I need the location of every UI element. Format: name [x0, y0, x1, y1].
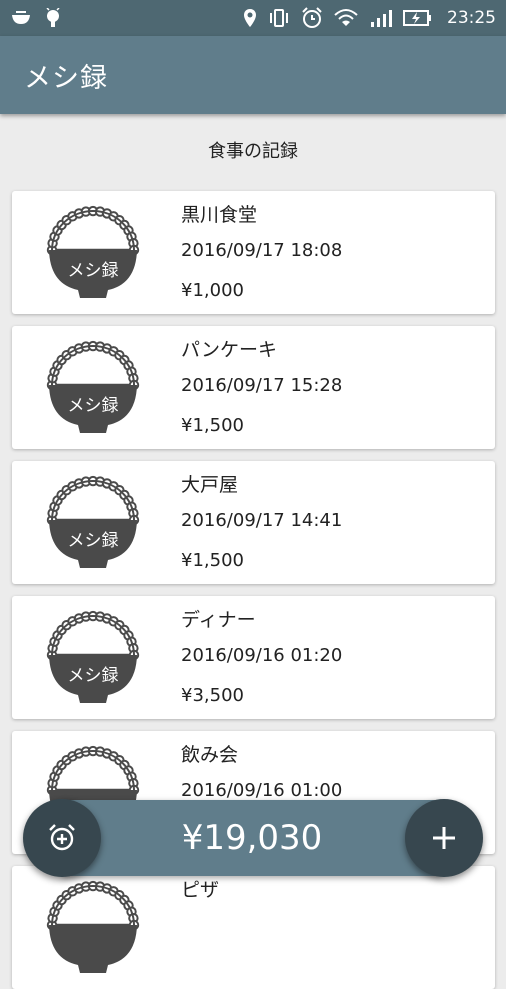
add-meal-button[interactable]	[405, 799, 483, 877]
meal-name: パンケーキ	[181, 339, 277, 361]
plus-icon	[433, 827, 455, 849]
wifi-icon	[334, 9, 358, 26]
page-subtitle: 食事の記録	[208, 141, 298, 162]
meal-price: ¥1,500	[181, 550, 244, 571]
location-icon	[244, 9, 256, 27]
meal-card[interactable]: メシ録 黒川食堂 2016/09/17 18:08 ¥1,000	[12, 191, 495, 314]
total-bar: ¥19,030	[62, 800, 442, 876]
total-amount: ¥19,030	[181, 818, 323, 858]
meal-name: 黒川食堂	[181, 204, 258, 226]
vibrate-icon	[270, 9, 288, 27]
app-title: メシ録	[24, 63, 108, 94]
app-bar: メシ録	[0, 36, 506, 114]
status-bar: 23:25	[0, 0, 506, 36]
meal-card[interactable]: メシ録 大戸屋 2016/09/17 14:41 ¥1,500	[12, 461, 495, 584]
rice-bowl-icon: メシ録	[46, 340, 140, 433]
rice-bowl-label: メシ録	[68, 531, 119, 551]
meal-name: ディナー	[181, 609, 256, 631]
meal-name: 飲み会	[181, 744, 239, 766]
notification-icon	[12, 11, 30, 24]
rice-bowl-label: メシ録	[68, 396, 119, 416]
meal-name: 大戸屋	[181, 474, 239, 496]
meal-card[interactable]: メシ録 パンケーキ 2016/09/17 15:28 ¥1,500	[12, 326, 495, 449]
rice-bowl-label: メシ録	[68, 261, 119, 281]
meal-price: ¥1,000	[181, 280, 244, 301]
alarm-icon	[302, 7, 322, 28]
rice-bowl-icon: メシ録	[46, 475, 140, 568]
meal-name: ピザ	[181, 879, 220, 901]
meal-date: 2016/09/16 01:20	[181, 645, 343, 666]
status-time: 23:25	[447, 8, 496, 28]
meal-date: 2016/09/17 18:08	[181, 240, 343, 261]
rice-bowl-icon: メシ録	[46, 205, 140, 298]
meal-card[interactable]: メシ録 ディナー 2016/09/16 01:20 ¥3,500	[12, 596, 495, 719]
meal-price: ¥3,500	[181, 685, 244, 706]
meal-date: 2016/09/17 14:41	[181, 510, 343, 531]
meal-date: 2016/09/16 01:00	[181, 780, 343, 801]
android-icon	[46, 8, 60, 27]
rice-bowl-label: メシ録	[68, 666, 119, 686]
add-alarm-icon	[49, 824, 75, 851]
battery-charging-icon	[403, 10, 431, 26]
meal-card[interactable]: ピザ	[12, 866, 495, 989]
add-alarm-button[interactable]	[23, 799, 101, 877]
meal-price: ¥1,500	[181, 415, 244, 436]
signal-icon	[371, 10, 392, 27]
rice-bowl-icon	[46, 880, 140, 973]
rice-bowl-icon: メシ録	[46, 610, 140, 703]
meal-date: 2016/09/17 15:28	[181, 375, 343, 396]
